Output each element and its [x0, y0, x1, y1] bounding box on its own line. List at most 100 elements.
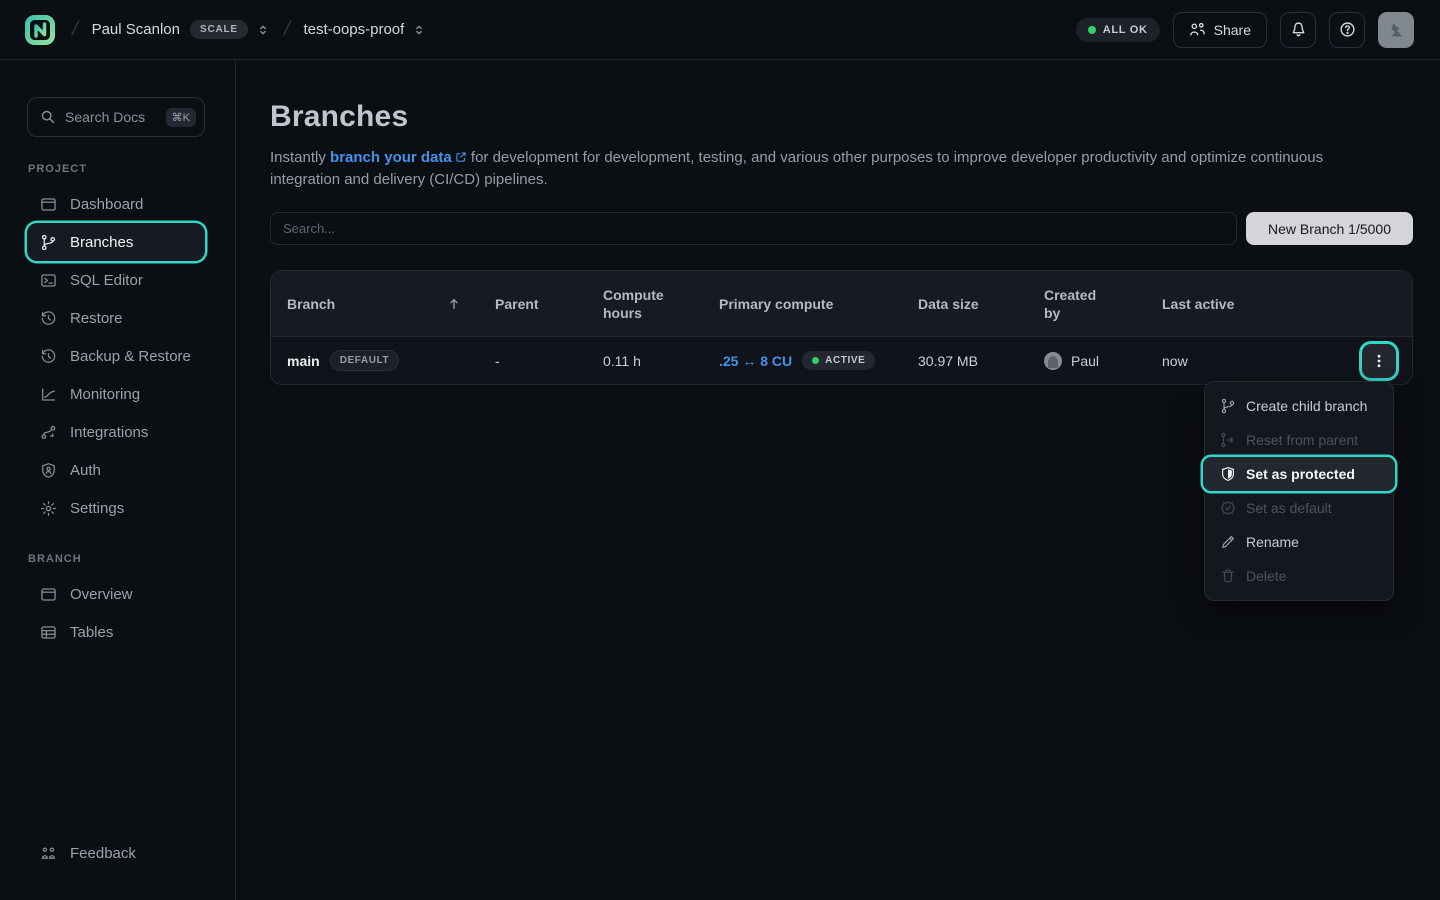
new-branch-button[interactable]: New Branch 1/5000: [1246, 212, 1413, 245]
column-header-last-active[interactable]: Last active: [1162, 271, 1412, 336]
plan-badge: SCALE: [190, 20, 248, 39]
sidebar-item-tables[interactable]: Tables: [27, 613, 205, 651]
branch-name[interactable]: main: [287, 353, 320, 369]
sidebar-item-label: Tables: [70, 624, 113, 641]
shield-icon: [1220, 466, 1236, 482]
sidebar-item-label: Settings: [70, 500, 124, 517]
search-icon: [40, 109, 56, 125]
column-header-primary-compute[interactable]: Primary compute: [719, 271, 918, 336]
sidebar-item-monitoring[interactable]: Monitoring: [27, 375, 205, 413]
menu-item-set-as-protected[interactable]: Set as protected: [1203, 457, 1395, 491]
question-icon: [1339, 21, 1356, 38]
sidebar-item-dashboard[interactable]: Dashboard: [27, 185, 205, 223]
user-avatar[interactable]: [1378, 12, 1414, 48]
last-active-cell: now: [1162, 353, 1188, 369]
primary-compute-link[interactable]: .25 ↔ 8 CU: [719, 353, 792, 369]
branch-your-data-link[interactable]: branch your data: [330, 149, 452, 166]
active-status-badge: ACTIVE: [802, 351, 875, 370]
sidebar-item-overview[interactable]: Overview: [27, 575, 205, 613]
sort-ascending-icon[interactable]: [447, 297, 461, 311]
column-header-data-size[interactable]: Data size: [918, 271, 1044, 336]
sidebar-item-branches[interactable]: Branches: [27, 223, 205, 261]
sidebar-item-label: Branches: [70, 234, 133, 251]
check-badge-icon: [1220, 500, 1236, 516]
sidebar-item-settings[interactable]: Settings: [27, 489, 205, 527]
column-header-created-by[interactable]: Created by: [1044, 271, 1162, 336]
data-size-cell: 30.97 MB: [918, 337, 1044, 384]
external-link-icon: [455, 151, 467, 163]
sidebar-item-integrations[interactable]: Integrations: [27, 413, 205, 451]
bell-icon: [1290, 21, 1307, 38]
breadcrumb-divider: /: [281, 18, 291, 41]
table-row[interactable]: main DEFAULT - 0.11 h .25 ↔ 8 CU ACTIVE …: [271, 337, 1412, 384]
description-text: Instantly: [270, 149, 326, 166]
sidebar-item-label: Monitoring: [70, 386, 140, 403]
breadcrumb-project[interactable]: test-oops-proof: [303, 21, 404, 38]
branches-icon: [40, 234, 57, 251]
branches-table: Branch Parent Compute hours Primary comp…: [270, 270, 1413, 385]
history-icon: [40, 310, 57, 327]
terminal-icon: [40, 272, 57, 289]
menu-item-rename[interactable]: Rename: [1213, 525, 1385, 559]
kebab-icon: [1371, 353, 1387, 369]
search-docs-input[interactable]: Search Docs ⌘K: [27, 97, 205, 137]
org-selector-icon[interactable]: [256, 23, 270, 37]
top-header: / Paul Scanlon SCALE / test-oops-proof A…: [0, 0, 1440, 60]
table-icon: [40, 624, 57, 641]
integrations-icon: [40, 424, 57, 441]
breadcrumb-divider: /: [70, 18, 80, 41]
project-section-label: PROJECT: [28, 163, 205, 175]
sidebar-item-label: Restore: [70, 310, 123, 327]
gear-icon: [40, 500, 57, 517]
sidebar-item-restore[interactable]: Restore: [27, 299, 205, 337]
people-icon: [1189, 21, 1206, 38]
menu-item-set-as-default: Set as default: [1213, 491, 1385, 525]
sidebar-item-feedback[interactable]: Feedback: [27, 834, 205, 872]
neon-logo[interactable]: [22, 12, 58, 48]
breadcrumb-org[interactable]: Paul Scanlon: [92, 21, 180, 38]
search-docs-placeholder: Search Docs: [65, 109, 157, 125]
sidebar-item-sql-editor[interactable]: SQL Editor: [27, 261, 205, 299]
row-actions-menu: Create child branch Reset from parent Se…: [1204, 381, 1394, 601]
menu-item-create-child-branch[interactable]: Create child branch: [1213, 389, 1385, 423]
menu-item-delete: Delete: [1213, 559, 1385, 593]
overview-icon: [40, 586, 57, 603]
share-button[interactable]: Share: [1173, 12, 1267, 48]
sidebar-item-label: Backup & Restore: [70, 348, 191, 365]
sidebar-item-backup-restore[interactable]: Backup & Restore: [27, 337, 205, 375]
branch-search-input[interactable]: [270, 212, 1237, 245]
created-by-cell: Paul: [1044, 337, 1162, 384]
branch-section-label: BRANCH: [28, 553, 205, 565]
feedback-people-icon: [40, 845, 57, 862]
sidebar: Search Docs ⌘K PROJECT Dashboard Branche…: [0, 60, 236, 900]
column-header-parent[interactable]: Parent: [495, 271, 603, 336]
page-title: Branches: [270, 100, 1413, 134]
sidebar-item-label: Feedback: [70, 845, 136, 862]
table-header-row: Branch Parent Compute hours Primary comp…: [271, 271, 1412, 337]
share-label: Share: [1214, 22, 1251, 38]
project-selector-icon[interactable]: [412, 23, 426, 37]
menu-item-reset-from-parent: Reset from parent: [1213, 423, 1385, 457]
status-ok-icon: [1088, 26, 1096, 34]
pencil-icon: [1220, 534, 1236, 550]
dashboard-icon: [40, 196, 57, 213]
backup-history-icon: [40, 348, 57, 365]
active-dot-icon: [812, 357, 819, 364]
default-badge: DEFAULT: [330, 350, 400, 371]
sidebar-item-label: Dashboard: [70, 196, 143, 213]
sidebar-item-auth[interactable]: Auth: [27, 451, 205, 489]
keyboard-shortcut-badge: ⌘K: [166, 108, 196, 127]
notifications-button[interactable]: [1280, 12, 1316, 48]
row-actions-kebab-button[interactable]: [1362, 344, 1396, 378]
reset-icon: [1220, 432, 1236, 448]
help-button[interactable]: [1329, 12, 1365, 48]
parent-cell: -: [495, 337, 603, 384]
column-header-branch[interactable]: Branch: [271, 271, 495, 336]
sidebar-item-label: SQL Editor: [70, 272, 143, 289]
sidebar-item-label: Integrations: [70, 424, 148, 441]
column-header-compute-hours[interactable]: Compute hours: [603, 271, 719, 336]
auth-shield-icon: [40, 462, 57, 479]
sidebar-item-label: Auth: [70, 462, 101, 479]
trash-icon: [1220, 568, 1236, 584]
status-badge[interactable]: ALL OK: [1076, 18, 1160, 42]
